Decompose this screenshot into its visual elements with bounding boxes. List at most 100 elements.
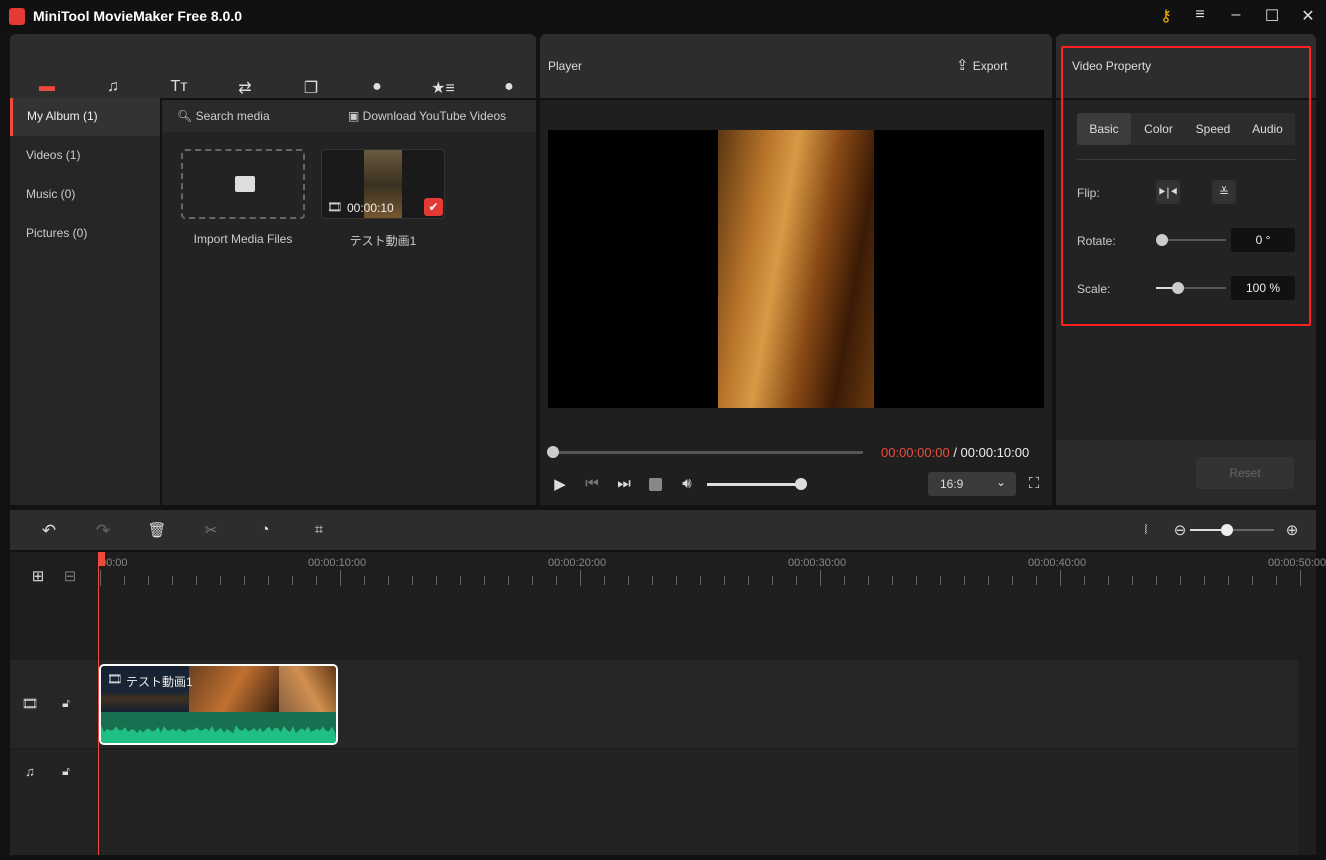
ruler-tick	[1204, 576, 1205, 585]
undo-icon[interactable]: ↶	[37, 521, 61, 541]
ruler-tick	[820, 570, 821, 586]
sidebar-item-3[interactable]: Pictures (0)	[10, 215, 160, 253]
ruler-tick	[508, 576, 509, 585]
import-media-button[interactable]	[181, 149, 305, 219]
sidebar-item-1[interactable]: Videos (1)	[10, 137, 160, 175]
ruler-tick	[964, 576, 965, 585]
reset-button[interactable]: Reset	[1196, 457, 1294, 489]
player-title: Player	[548, 59, 582, 73]
redo-icon[interactable]: ↷	[91, 521, 115, 541]
media-clip-thumbnail[interactable]: 🎞︎ 00:00:10 ✔	[321, 149, 445, 219]
export-icon: ⇪	[956, 57, 973, 74]
app-title: MiniTool MovieMaker Free 8.0.0	[33, 8, 242, 24]
film-icon: 🎞︎	[327, 200, 342, 214]
speed-icon[interactable]: ◔	[253, 521, 277, 538]
player-header: Player ⇪ Export	[540, 34, 1052, 98]
play-icon[interactable]: ▶	[548, 475, 572, 493]
crop-icon[interactable]: ⌗	[307, 521, 331, 538]
video-lock-icon[interactable]: 🔓︎	[54, 696, 78, 711]
close-button[interactable]: ✕	[1298, 6, 1318, 26]
maximize-button[interactable]: ☐	[1262, 6, 1282, 26]
volume-handle[interactable]	[795, 478, 807, 490]
ruler-tick	[1252, 576, 1253, 585]
ruler-tick	[244, 576, 245, 585]
next-frame-icon[interactable]: ⏭	[612, 475, 636, 492]
search-icon: 🔍︎	[177, 109, 196, 123]
ruler-tick	[724, 576, 725, 585]
ruler-tick	[100, 570, 101, 586]
download-youtube-button[interactable]: ▣ Download YouTube Videos	[348, 109, 506, 123]
ruler-tick	[796, 576, 797, 585]
folder-icon	[235, 176, 255, 192]
ruler-tick	[748, 576, 749, 585]
minimize-button[interactable]: –	[1226, 6, 1246, 24]
media-library: 🔍︎ Search media ▣ Download YouTube Video…	[162, 100, 536, 505]
audio-lock-icon[interactable]: 🔓︎	[54, 764, 78, 779]
aspect-ratio-select[interactable]: 16:9 ⌄	[928, 472, 1016, 496]
ruler-tick	[484, 576, 485, 585]
ruler-label: 00:00:10:00	[308, 557, 366, 569]
media-clip-name: テスト動画1	[321, 232, 445, 249]
ruler-tick	[1132, 576, 1133, 585]
zoom-in-icon[interactable]: ⊕	[1280, 521, 1304, 539]
ruler-label: 00:00:20:00	[548, 557, 606, 569]
ruler-tick	[580, 570, 581, 586]
sidebar-item-0[interactable]: My Album (1)	[10, 98, 160, 136]
ruler-tick	[172, 576, 173, 585]
ruler-tick	[340, 570, 341, 586]
property-footer: Reset	[1056, 440, 1316, 505]
ruler-tick	[1012, 576, 1013, 585]
split-scissors-icon[interactable]: ✂	[199, 521, 223, 539]
clip-film-icon: 🎞︎	[107, 672, 122, 686]
zoom-out-icon[interactable]: ⊖	[1168, 521, 1192, 539]
ruler-tick	[460, 576, 461, 585]
ruler-tick	[196, 576, 197, 585]
fit-timeline-icon[interactable]: ⧘	[1134, 521, 1158, 538]
audio-track	[10, 750, 1298, 855]
import-media-label: Import Media Files	[181, 232, 305, 246]
ruler-tick	[772, 576, 773, 585]
timeline-toolbar: ↶ ↷ 🗑︎ ✂ ◔ ⌗ ⧘ ⊖ ⊕	[10, 510, 1316, 550]
ruler-tick	[1036, 576, 1037, 585]
volume-icon[interactable]: 🔊︎	[675, 475, 699, 492]
ruler-label: 00:00:30:00	[788, 557, 846, 569]
ruler-tick	[364, 576, 365, 585]
text-icon: Tт	[146, 78, 212, 100]
export-button[interactable]: ⇪ Export	[956, 56, 1007, 74]
media-toolbar: ▬Media♫AudioTтText⇄Transition❐Effects●Fi…	[10, 34, 536, 98]
key-icon[interactable]: ⚷	[1156, 6, 1176, 26]
remove-track-icon[interactable]: ⊟	[58, 567, 82, 585]
ruler-tick	[1300, 570, 1301, 586]
filters-icon: ●	[344, 78, 410, 100]
previous-frame-icon[interactable]: ⏮	[580, 475, 604, 492]
stop-icon[interactable]	[649, 478, 662, 491]
ruler-tick	[532, 576, 533, 585]
seek-bar[interactable]	[553, 451, 863, 454]
ruler-tick	[700, 576, 701, 585]
ruler-tick	[868, 576, 869, 585]
sidebar-item-2[interactable]: Music (0)	[10, 176, 160, 214]
zoom-handle[interactable]	[1221, 524, 1233, 536]
search-media[interactable]: 🔍︎ Search media	[177, 109, 270, 123]
selected-check-icon[interactable]: ✔	[424, 198, 443, 216]
playhead[interactable]	[98, 552, 99, 855]
highlight-box	[1061, 46, 1311, 326]
clip-duration: 00:00:10	[347, 201, 394, 215]
music-note-icon: ♫	[80, 78, 146, 100]
menu-icon[interactable]: ≡	[1190, 6, 1210, 24]
add-track-icon[interactable]: ⊞	[26, 567, 50, 585]
fullscreen-icon[interactable]: ⛶	[1022, 475, 1046, 492]
ruler-tick	[1180, 576, 1181, 585]
delete-icon[interactable]: 🗑︎	[145, 521, 169, 539]
ruler-tick	[388, 576, 389, 585]
ruler-tick	[652, 576, 653, 585]
volume-slider[interactable]	[707, 483, 801, 486]
playhead-handle[interactable]	[98, 552, 105, 566]
ruler-tick	[268, 576, 269, 585]
seek-handle[interactable]	[547, 446, 559, 458]
video-track-icon: 🎞︎	[18, 696, 42, 712]
effects-icon: ❐	[278, 78, 344, 100]
ruler-label: 00:00:50:00	[1268, 557, 1326, 569]
folder-icon: ▬	[14, 78, 80, 100]
timeline-clip[interactable]: 🎞︎ テスト動画1	[99, 664, 338, 745]
